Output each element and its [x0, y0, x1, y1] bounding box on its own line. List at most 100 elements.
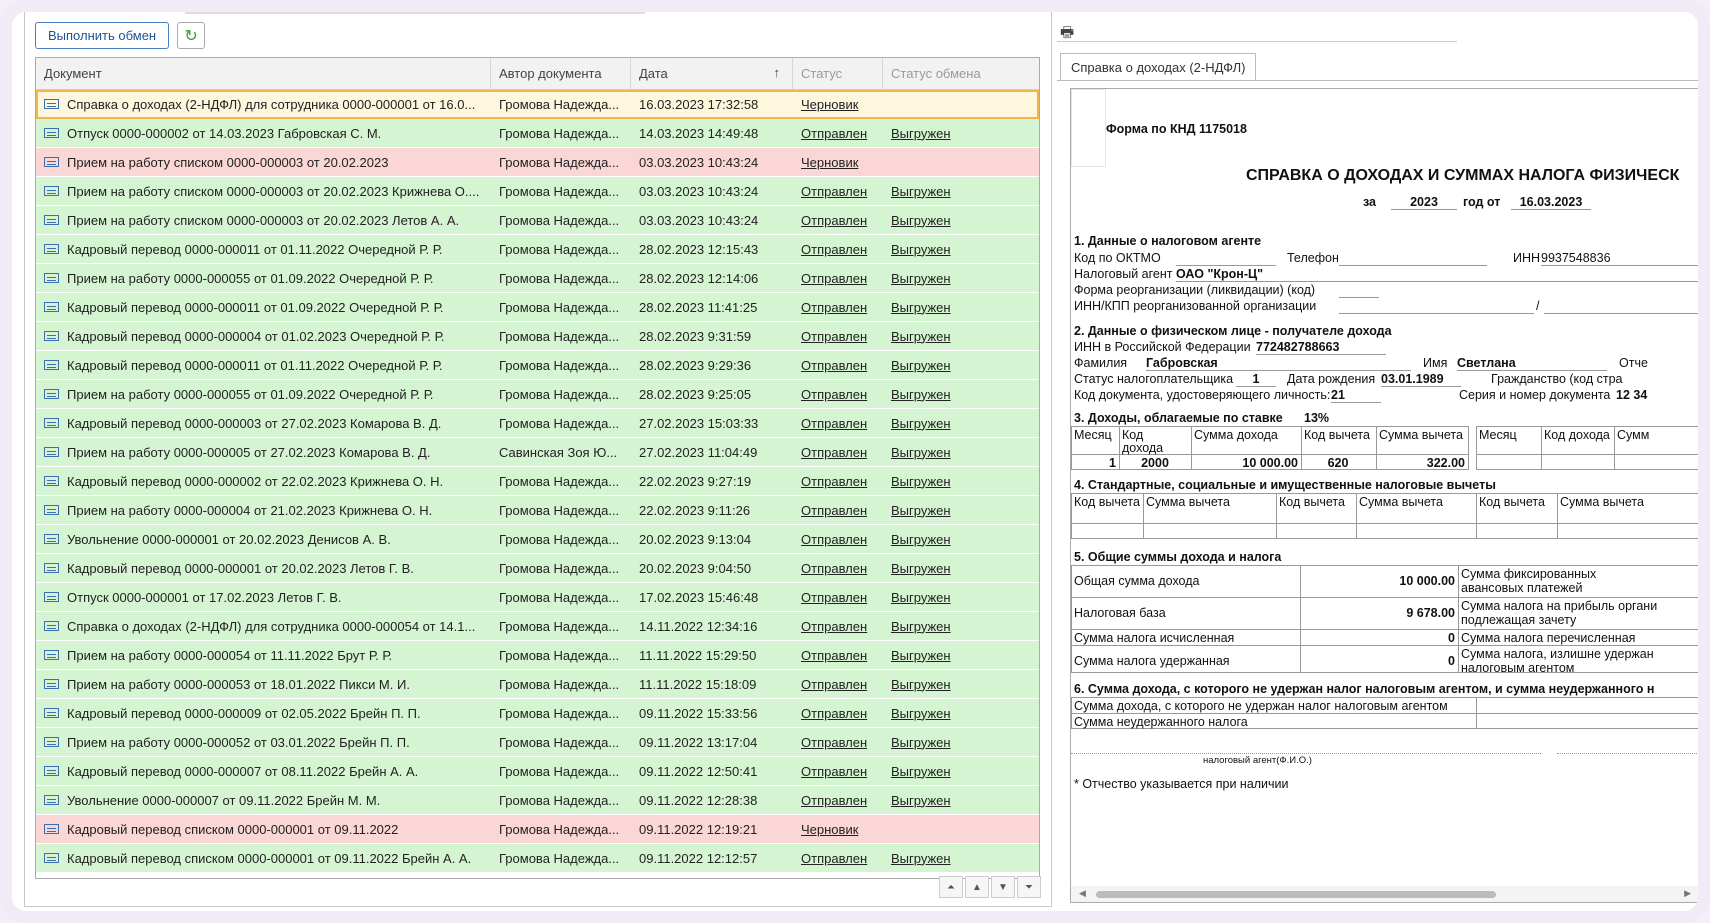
table-row[interactable]: Прием на работу 0000-000005 от 27.02.202…	[36, 438, 1039, 467]
status-link[interactable]: Отправлен	[793, 706, 883, 721]
status-link[interactable]: Отправлен	[793, 561, 883, 576]
table-row[interactable]: Прием на работу 0000-000054 от 11.11.202…	[36, 641, 1039, 670]
status-link[interactable]: Отправлен	[793, 532, 883, 547]
status-link[interactable]: Отправлен	[793, 619, 883, 634]
exchange-status-link[interactable]: Выгружен	[883, 387, 1033, 402]
table-row[interactable]: Увольнение 0000-000007 от 09.11.2022 Бре…	[36, 786, 1039, 815]
status-link[interactable]: Черновик	[793, 155, 883, 170]
table-row[interactable]: Справка о доходах (2-НДФЛ) для сотрудник…	[36, 90, 1039, 119]
status-link[interactable]: Отправлен	[793, 271, 883, 286]
table-row[interactable]: Кадровый перевод 0000-000003 от 27.02.20…	[36, 409, 1039, 438]
exchange-status-link[interactable]: Выгружен	[883, 532, 1033, 547]
exchange-status-link[interactable]: Выгружен	[883, 648, 1033, 663]
exchange-status-link[interactable]: Выгружен	[883, 358, 1033, 373]
table-row[interactable]: Кадровый перевод 0000-000007 от 08.11.20…	[36, 757, 1039, 786]
status-link[interactable]: Отправлен	[793, 213, 883, 228]
signature-line-2	[1557, 753, 1698, 754]
exchange-status-link[interactable]: Выгружен	[883, 329, 1033, 344]
table-row[interactable]: Прием на работу 0000-000053 от 18.01.202…	[36, 670, 1039, 699]
column-header-document[interactable]: Документ	[36, 58, 491, 89]
scrollbar-thumb[interactable]	[1096, 891, 1496, 898]
exchange-status-link[interactable]: Выгружен	[883, 126, 1033, 141]
exchange-status-link[interactable]: Выгружен	[883, 561, 1033, 576]
exchange-status-link[interactable]: Выгружен	[883, 271, 1033, 286]
table-row[interactable]: Прием на работу списком 0000-000003 от 2…	[36, 177, 1039, 206]
status-link[interactable]: Отправлен	[793, 358, 883, 373]
exchange-status-link[interactable]: Выгружен	[883, 213, 1033, 228]
scroll-down-button[interactable]: ▼	[991, 876, 1015, 898]
scroll-left-icon[interactable]: ◀	[1079, 888, 1086, 899]
column-header-author[interactable]: Автор документа	[491, 58, 631, 89]
status-link[interactable]: Отправлен	[793, 329, 883, 344]
table-row[interactable]: Увольнение 0000-000001 от 20.02.2023 Ден…	[36, 525, 1039, 554]
status-link[interactable]: Отправлен	[793, 242, 883, 257]
execute-exchange-button[interactable]: Выполнить обмен	[35, 22, 170, 49]
exchange-status-link[interactable]: Выгружен	[883, 184, 1033, 199]
status-link[interactable]: Отправлен	[793, 851, 883, 866]
column-header-status[interactable]: Статус	[793, 58, 883, 89]
status-link[interactable]: Черновик	[793, 822, 883, 837]
cell-document: Кадровый перевод списком 0000-000001 от …	[36, 822, 491, 837]
column-header-date[interactable]: Дата ↑	[631, 58, 793, 89]
exchange-status-link[interactable]: Выгружен	[883, 503, 1033, 518]
table-row[interactable]: Прием на работу 0000-000055 от 01.09.202…	[36, 380, 1039, 409]
exchange-status-link[interactable]: Выгружен	[883, 242, 1033, 257]
status-link[interactable]: Отправлен	[793, 300, 883, 315]
column-header-exchange-status[interactable]: Статус обмена	[883, 58, 1039, 89]
exchange-status-link[interactable]: Выгружен	[883, 677, 1033, 692]
scroll-up-button[interactable]: ▲	[965, 876, 989, 898]
status-link[interactable]: Отправлен	[793, 503, 883, 518]
scroll-right-icon[interactable]: ▶	[1684, 888, 1691, 899]
status-link[interactable]: Отправлен	[793, 126, 883, 141]
table-row[interactable]: Кадровый перевод 0000-000004 от 01.02.20…	[36, 322, 1039, 351]
tab-income-certificate[interactable]: Справка о доходах (2-НДФЛ)	[1060, 53, 1257, 81]
table-row[interactable]: Отпуск 0000-000001 от 17.02.2023 Летов Г…	[36, 583, 1039, 612]
status-link[interactable]: Отправлен	[793, 764, 883, 779]
exchange-status-link[interactable]: Выгружен	[883, 735, 1033, 750]
table-row[interactable]: Прием на работу списком 0000-000003 от 2…	[36, 148, 1039, 177]
table-row[interactable]: Кадровый перевод 0000-000011 от 01.11.20…	[36, 235, 1039, 264]
table-row[interactable]: Прием на работу списком 0000-000003 от 2…	[36, 206, 1039, 235]
status-link[interactable]: Черновик	[793, 97, 883, 112]
status-link[interactable]: Отправлен	[793, 590, 883, 605]
exchange-status-link[interactable]: Выгружен	[883, 300, 1033, 315]
table-row[interactable]: Кадровый перевод 0000-000009 от 02.05.20…	[36, 699, 1039, 728]
horizontal-scrollbar[interactable]: ◀ ▶	[1071, 886, 1698, 902]
table-row[interactable]: Кадровый перевод списком 0000-000001 от …	[36, 815, 1039, 844]
scroll-top-button[interactable]: ⏶	[939, 876, 963, 898]
status-link[interactable]: Отправлен	[793, 184, 883, 199]
exchange-status-link[interactable]: Выгружен	[883, 474, 1033, 489]
status-link[interactable]: Отправлен	[793, 387, 883, 402]
status-link[interactable]: Отправлен	[793, 445, 883, 460]
exchange-status-link[interactable]: Выгружен	[883, 706, 1033, 721]
table-row[interactable]: Кадровый перевод 0000-000001 от 20.02.20…	[36, 554, 1039, 583]
table-row[interactable]: Кадровый перевод 0000-000011 от 01.11.20…	[36, 351, 1039, 380]
exchange-status-link[interactable]: Выгружен	[883, 851, 1033, 866]
table-row[interactable]: Кадровый перевод 0000-000011 от 01.09.20…	[36, 293, 1039, 322]
table-row[interactable]: Справка о доходах (2-НДФЛ) для сотрудник…	[36, 612, 1039, 641]
table-row[interactable]: Отпуск 0000-000002 от 14.03.2023 Габровс…	[36, 119, 1039, 148]
reorg-line	[1339, 297, 1379, 298]
table-row[interactable]: Прием на работу 0000-000004 от 21.02.202…	[36, 496, 1039, 525]
scroll-bottom-button[interactable]: ⏷	[1017, 876, 1041, 898]
status-link[interactable]: Отправлен	[793, 735, 883, 750]
exchange-status-link[interactable]: Выгружен	[883, 416, 1033, 431]
status-link[interactable]: Отправлен	[793, 677, 883, 692]
cell-author: Громова Надежда...	[499, 154, 620, 170]
exchange-status-link[interactable]: Выгружен	[883, 793, 1033, 808]
exchange-status-link[interactable]: Выгружен	[883, 445, 1033, 460]
oktmo-line	[1176, 265, 1276, 266]
table-row[interactable]: Прием на работу 0000-000052 от 03.01.202…	[36, 728, 1039, 757]
print-icon[interactable]: 🖶	[1060, 22, 1074, 47]
exchange-status-link[interactable]: Выгружен	[883, 590, 1033, 605]
table-row[interactable]: Кадровый перевод 0000-000002 от 22.02.20…	[36, 467, 1039, 496]
refresh-button[interactable]: ↻	[177, 22, 206, 49]
table-row[interactable]: Кадровый перевод списком 0000-000001 от …	[36, 844, 1039, 873]
status-link[interactable]: Отправлен	[793, 416, 883, 431]
table-row[interactable]: Прием на работу 0000-000055 от 01.09.202…	[36, 264, 1039, 293]
exchange-status-link[interactable]: Выгружен	[883, 619, 1033, 634]
status-link[interactable]: Отправлен	[793, 793, 883, 808]
status-link[interactable]: Отправлен	[793, 474, 883, 489]
exchange-status-link[interactable]: Выгружен	[883, 764, 1033, 779]
status-link[interactable]: Отправлен	[793, 648, 883, 663]
